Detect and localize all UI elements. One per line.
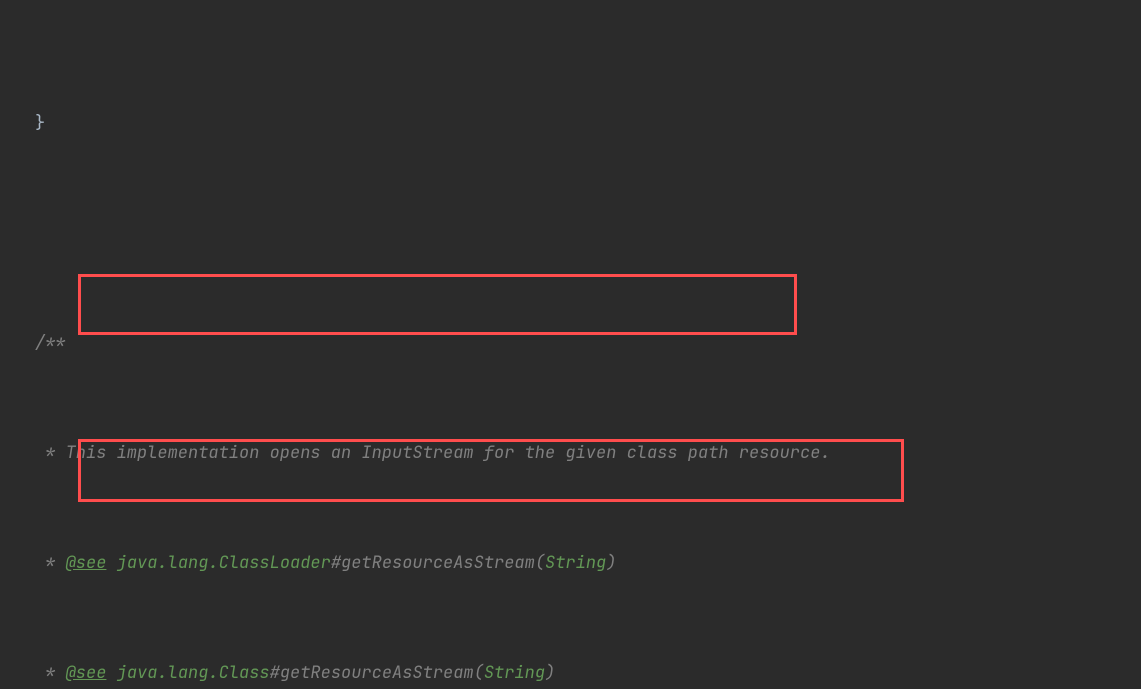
javadoc-ref: java.lang.Class (106, 662, 269, 684)
javadoc-line: * This implementation opens an InputStre… (0, 440, 1141, 468)
code-editor[interactable]: } /** * This implementation opens an Inp… (0, 0, 1141, 689)
javadoc-open: /** (0, 330, 1141, 358)
javadoc-ref: java.lang.ClassLoader (106, 552, 330, 574)
javadoc-see-2: * @see java.lang.Class#getResourceAsStre… (0, 660, 1141, 688)
annotation-box-1 (78, 274, 797, 335)
code-line: } (0, 110, 1141, 138)
javadoc-see-1: * @see java.lang.ClassLoader#getResource… (0, 550, 1141, 578)
code-line (0, 220, 1141, 248)
brace: } (35, 112, 45, 134)
